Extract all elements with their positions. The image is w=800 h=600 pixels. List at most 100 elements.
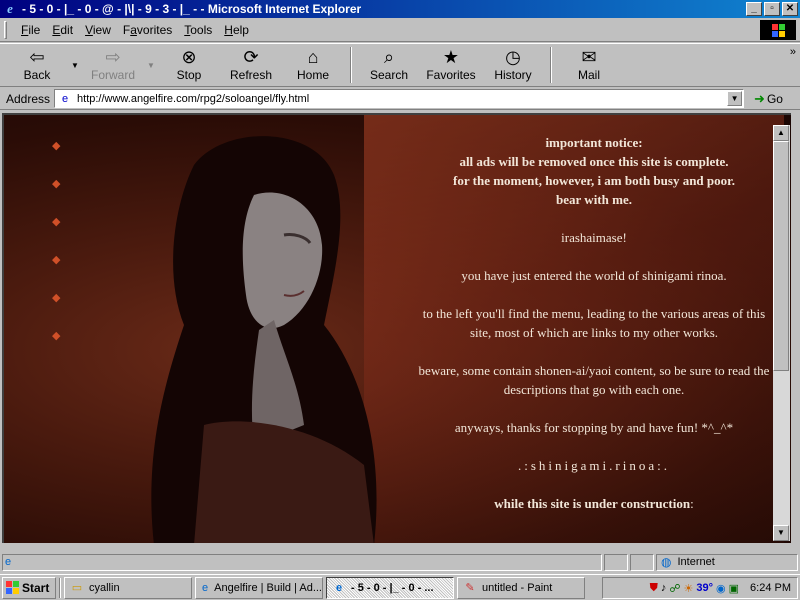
task-paint[interactable]: ✎ untitled - Paint — [457, 576, 585, 599]
paint-icon: ✎ — [465, 582, 475, 594]
menu-info-text: to the left you'll find the menu, leadin… — [422, 306, 766, 340]
menu-edit[interactable]: Edit — [46, 23, 79, 37]
construction-line: while this site is under construction: — [494, 496, 694, 511]
home-button[interactable]: ⌂ Home — [282, 44, 344, 86]
toolbar: ⇦ Back ▼ ⇨ Forward ▼ ⊗ Stop ⟳ Refresh ⌂ … — [0, 43, 800, 87]
notice-line: for the moment, however, i am both busy … — [453, 173, 735, 188]
menu-bullet-icon[interactable]: ◆ — [52, 141, 62, 152]
task-angelfire[interactable]: e Angelfire | Build | Ad... — [195, 576, 323, 599]
address-label: Address — [6, 91, 51, 106]
minimize-button[interactable]: _ — [746, 2, 762, 16]
back-dropdown[interactable]: ▼ — [68, 44, 82, 86]
network-icon[interactable]: ☍ — [669, 582, 680, 595]
menu-bullets: ◆ ◆ ◆ ◆ ◆ ◆ — [52, 141, 62, 369]
scroll-down-button[interactable]: ▼ — [773, 525, 789, 541]
ie-icon: e — [202, 581, 209, 594]
scroll-up-button[interactable]: ▲ — [773, 125, 789, 141]
app-tray-icon[interactable]: ◉ — [716, 582, 726, 595]
mail-icon: ✉ — [581, 47, 597, 67]
menu-bullet-icon[interactable]: ◆ — [52, 179, 62, 190]
history-clock-icon: ◷ — [505, 47, 521, 67]
weather-icon[interactable]: ☀ — [684, 582, 694, 595]
forward-button[interactable]: ⇨ Forward — [82, 44, 144, 86]
forward-arrow-icon: ⇨ — [105, 47, 121, 67]
refresh-button[interactable]: ⟳ Refresh — [220, 44, 282, 86]
refresh-icon: ⟳ — [243, 47, 259, 67]
ie-icon: e — [7, 1, 13, 16]
mail-button[interactable]: ✉ Mail — [558, 44, 620, 86]
menu-file[interactable]: File — [15, 23, 46, 37]
title-bar: e - 5 - 0 - |_ - 0 - @ - |\| - 9 - 3 - |… — [0, 0, 800, 18]
menu-bullet-icon[interactable]: ◆ — [52, 217, 62, 228]
menu-favorites[interactable]: Favorites — [117, 23, 178, 37]
favorites-folder-icon: ★ — [442, 47, 460, 67]
signature-text: .:shinigami.rinoa:. — [518, 458, 670, 473]
home-icon: ⌂ — [307, 47, 319, 67]
stop-icon: ⊗ — [181, 47, 197, 67]
windows-logo-icon — [6, 581, 19, 594]
shield-icon[interactable]: ⛊ — [650, 582, 658, 595]
status-bar: e ◍ Internet — [0, 552, 800, 572]
menu-view[interactable]: View — [79, 23, 117, 37]
taskbar-separator — [59, 577, 61, 598]
task-current-window[interactable]: e - 5 - 0 - |_ - 0 - ... — [326, 576, 454, 599]
notice-line: bear with me. — [556, 192, 632, 207]
beware-text: beware, some contain shonen-ai/yaoi cont… — [418, 363, 770, 397]
vertical-scrollbar[interactable]: ▲ ▼ — [773, 125, 790, 541]
forward-dropdown[interactable]: ▼ — [144, 44, 158, 86]
internet-globe-icon: ◍ — [661, 555, 672, 569]
menu-bullet-icon[interactable]: ◆ — [52, 293, 62, 304]
status-pane — [630, 553, 654, 571]
address-field[interactable]: e ▼ — [54, 89, 745, 108]
notice-text: important notice: all ads will be remove… — [414, 133, 774, 513]
status-text-pane: e — [2, 553, 602, 571]
search-button[interactable]: ⌕ Search — [358, 44, 420, 86]
thanks-text: anyways, thanks for stopping by and have… — [454, 420, 734, 435]
character-artwork — [151, 136, 377, 543]
notice-line: all ads will be removed once this site i… — [459, 154, 729, 169]
menu-bar: File Edit View Favorites Tools Help — [0, 19, 800, 42]
system-tray: ⛊ ♪ ☍ ☀ 39° ◉ ▣ 6:24 PM — [602, 577, 798, 599]
toolbar-separator — [550, 47, 552, 83]
page-icon: e — [61, 92, 69, 105]
zone-label: Internet — [677, 556, 715, 568]
stop-button[interactable]: ⊗ Stop — [158, 44, 220, 86]
menu-help[interactable]: Help — [218, 23, 255, 37]
start-button[interactable]: Start — [2, 576, 56, 599]
page-status-icon: e — [5, 556, 12, 568]
clock[interactable]: 6:24 PM — [750, 582, 791, 594]
search-icon: ⌕ — [383, 47, 395, 67]
history-button[interactable]: ◷ History — [482, 44, 544, 86]
favorites-button[interactable]: ★ Favorites — [420, 44, 482, 86]
back-button[interactable]: ⇦ Back — [6, 44, 68, 86]
toolbar-chevron-icon[interactable]: » — [790, 46, 796, 58]
page-content: ◆ ◆ ◆ ◆ ◆ ◆ important notice: all ads wi… — [2, 113, 791, 543]
back-arrow-icon: ⇦ — [29, 47, 45, 67]
menu-bullet-icon[interactable]: ◆ — [52, 255, 62, 266]
temperature-label[interactable]: 39° — [696, 582, 713, 594]
address-input[interactable] — [77, 92, 728, 105]
scroll-thumb[interactable] — [773, 141, 789, 371]
close-button[interactable]: ✕ — [782, 2, 798, 16]
address-dropdown[interactable]: ▼ — [727, 91, 743, 106]
folder-icon: ▭ — [71, 582, 83, 594]
menu-bullet-icon[interactable]: ◆ — [52, 331, 62, 342]
taskbar: Start ▭ cyallin e Angelfire | Build | Ad… — [0, 574, 800, 600]
address-bar: Address e ▼ ➜ Go — [0, 88, 800, 110]
entered-text: you have just entered the world of shini… — [461, 268, 727, 283]
maximize-button[interactable]: ▫ — [764, 2, 780, 16]
greeting-text: irashaimase! — [561, 230, 627, 245]
windows-throbber-icon — [760, 20, 796, 40]
ie-icon: e — [335, 581, 343, 594]
zone-pane: ◍ Internet — [656, 553, 798, 571]
menu-grip[interactable] — [4, 21, 7, 39]
notice-line: important notice: — [545, 135, 643, 150]
go-arrow-icon: ➜ — [754, 90, 765, 106]
volume-icon[interactable]: ♪ — [661, 582, 667, 594]
task-cyallin[interactable]: ▭ cyallin — [64, 576, 192, 599]
menu-tools[interactable]: Tools — [178, 23, 218, 37]
go-button[interactable]: ➜ Go — [754, 91, 783, 107]
window-title: - 5 - 0 - |_ - 0 - @ - |\| - 9 - 3 - |_ … — [22, 2, 362, 16]
display-icon[interactable]: ▣ — [729, 582, 739, 595]
toolbar-separator — [350, 47, 352, 83]
